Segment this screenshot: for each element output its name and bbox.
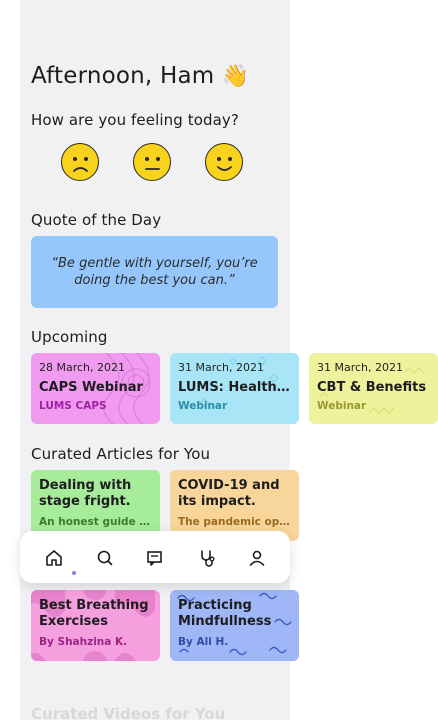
article-summary: The pandemic ope.. [178,516,291,528]
waving-hand-icon: 👋 [221,64,250,89]
event-card[interactable]: 31 March, 2021 LUMS: Health &.. Webinar [170,353,299,424]
videos-section-title: Curated Videos for You [31,705,226,723]
mood-selector [61,143,243,181]
article-summary: An honest guide t... [39,516,152,528]
event-card[interactable]: 31 March, 2021 CBT & Benefits Webinar [309,353,438,424]
article-title: COVID-19 and its impact. [178,478,280,509]
stethoscope-icon[interactable] [196,547,218,569]
article-title: Best Breathing Exercises [39,598,149,629]
articles-section-title: Curated Articles for You [31,445,211,463]
quote-text: “Be gentle with yourself, you’re doing t… [51,256,258,288]
frowning-face-icon[interactable] [61,143,99,181]
event-date: 31 March, 2021 [317,361,404,374]
profile-icon[interactable] [246,547,268,569]
quote-card: “Be gentle with yourself, you’re doing t… [31,236,278,308]
article-title: Practicing Mindfullness [178,598,272,629]
home-icon[interactable] [43,547,65,569]
event-date: 28 March, 2021 [39,361,126,374]
article-author: By Shahzina K. [39,636,128,648]
chat-icon[interactable] [144,547,166,569]
greeting-heading: Afternoon, Ham 👋 [31,63,249,89]
bottom-nav-bar [20,531,290,583]
quote-section-title: Quote of the Day [31,211,162,229]
active-tab-indicator [72,571,76,575]
neutral-face-icon[interactable] [133,143,171,181]
article-title: Dealing with stage fright. [39,478,132,509]
article-author: By Ali H. [178,636,229,648]
event-title: CAPS Webinar [39,380,143,395]
search-icon[interactable] [94,547,116,569]
article-card[interactable]: Practicing Mindfullness By Ali H. [170,590,299,661]
event-host: LUMS CAPS [39,400,107,412]
upcoming-section-title: Upcoming [31,328,108,346]
event-type: Webinar [317,400,367,412]
event-type: Webinar [178,400,228,412]
mood-question: How are you feeling today? [31,111,239,129]
greeting-text: Afternoon, Ham [31,63,215,89]
article-card[interactable]: Best Breathing Exercises By Shahzina K. [31,590,160,661]
slightly-smiling-face-icon[interactable] [205,143,243,181]
event-title: CBT & Benefits [317,380,427,395]
event-card[interactable]: 28 March, 2021 CAPS Webinar LUMS CAPS [31,353,160,424]
event-title: LUMS: Health &.. [178,380,291,395]
event-date: 31 March, 2021 [178,361,265,374]
